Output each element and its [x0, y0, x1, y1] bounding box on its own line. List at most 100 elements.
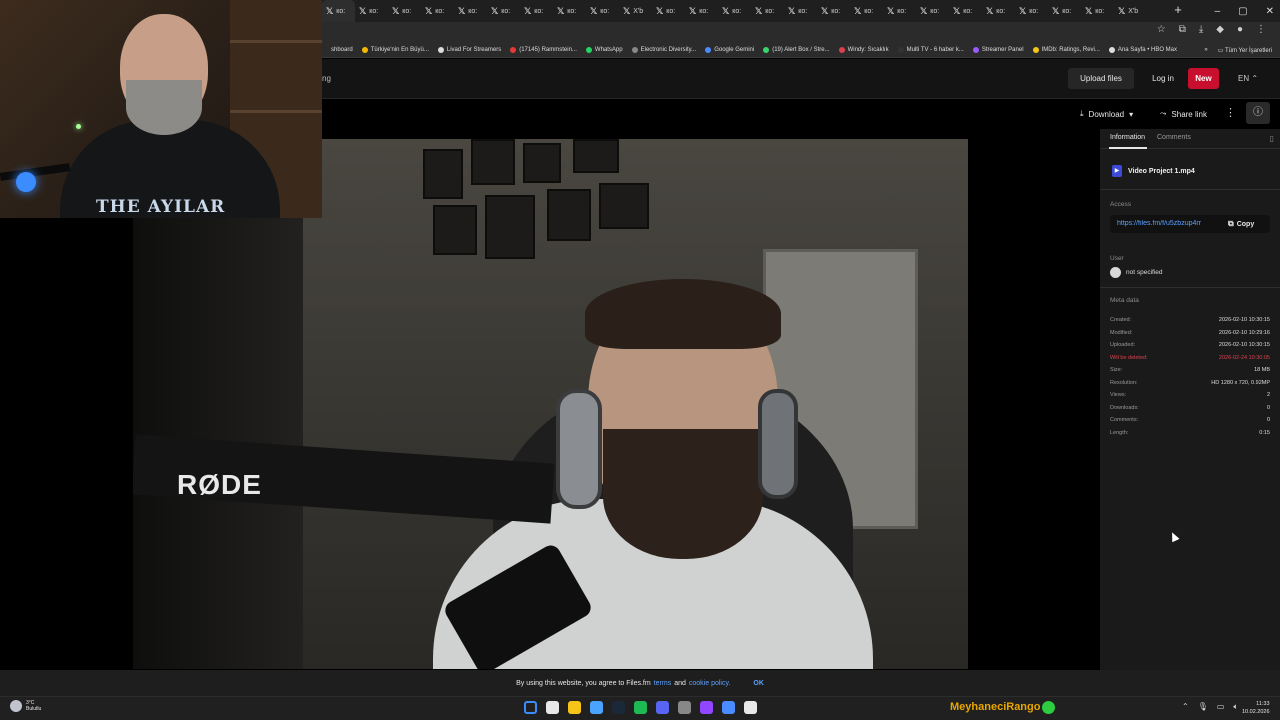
browser-tab[interactable]: 𝕏ко: — [553, 0, 586, 22]
browser-tab[interactable]: 𝕏ко: — [751, 0, 784, 22]
system-clock[interactable]: 11:33 10.02.2026 — [1242, 700, 1270, 716]
more-options-button[interactable]: ⋮ — [1225, 106, 1236, 119]
taskbar-app-icon[interactable] — [656, 701, 669, 714]
new-tab-button[interactable]: + — [1170, 2, 1186, 18]
browser-tab[interactable]: 𝕏ко: — [586, 0, 619, 22]
copy-link-button[interactable]: ⧉ Copy — [1228, 219, 1254, 229]
taskbar-app-icon[interactable] — [744, 701, 757, 714]
meta-value: 0 — [1266, 404, 1270, 411]
downloads-icon[interactable]: ⤓ — [1199, 24, 1203, 35]
extension-icon[interactable]: ◆ — [1216, 24, 1224, 35]
browser-tab[interactable]: 𝕏ко: — [949, 0, 982, 22]
browser-tab[interactable]: 𝕏ко: — [652, 0, 685, 22]
bookmark-item[interactable]: Multi TV - 6 haber k... — [897, 47, 964, 53]
cookie-and: and — [674, 679, 686, 687]
cookie-ok-button[interactable]: OK — [753, 680, 764, 687]
bookmark-item[interactable]: Türkiye'nin En Büyü... — [361, 47, 429, 53]
browser-tab[interactable]: 𝕏ко: — [817, 0, 850, 22]
browser-tab[interactable]: 𝕏ко: — [916, 0, 949, 22]
browser-tab[interactable]: 𝕏ко: — [487, 0, 520, 22]
bookmark-item[interactable]: IMDb: Ratings, Revi... — [1032, 47, 1100, 53]
browser-tab[interactable]: 𝕏ко: — [1081, 0, 1114, 22]
volume-icon[interactable]: 🔈︎ — [1233, 702, 1238, 712]
microphone-icon[interactable]: 🎙︎ — [1198, 702, 1208, 712]
bookmark-item[interactable]: WhatsApp — [585, 47, 623, 53]
browser-tab[interactable]: 𝕏ко: — [718, 0, 751, 22]
login-button[interactable]: Log in — [1144, 68, 1182, 89]
cookie-policy-link[interactable]: cookie policy. — [689, 680, 731, 687]
taskbar-app-icon[interactable] — [524, 701, 537, 714]
bookmark-item[interactable]: Electronic Diversity... — [631, 47, 696, 53]
bookmark-item[interactable]: Livad For Streamers — [437, 47, 501, 53]
browser-tab[interactable]: 𝕏ко: — [1015, 0, 1048, 22]
bookmark-item[interactable]: Ana Sayfa • HBO Max — [1108, 47, 1177, 53]
collapse-panel-icon[interactable]: ▯ — [1270, 134, 1274, 143]
taskbar-app-icon[interactable] — [700, 701, 713, 714]
access-link[interactable]: https://files.fm/f/u5zbzup4rr — [1117, 220, 1220, 227]
tab-title: ко: — [567, 7, 577, 15]
minimize-button[interactable]: – — [1215, 6, 1221, 17]
video-player[interactable]: RØDE — [133, 139, 968, 669]
taskbar-app-icon[interactable] — [634, 701, 647, 714]
bookmark-favicon-icon — [897, 47, 904, 53]
all-bookmarks-folder[interactable]: ▭ Tüm Yer İşaretleri — [1218, 47, 1272, 54]
browser-tab[interactable]: 𝕏ко: — [454, 0, 487, 22]
browser-tab[interactable]: 𝕏 X'b — [619, 0, 652, 22]
taskbar-app-icon[interactable] — [568, 701, 581, 714]
browser-tab[interactable]: 𝕏ко: — [883, 0, 916, 22]
browser-tab[interactable]: 𝕏ко: — [388, 0, 421, 22]
new-button[interactable]: New — [1188, 68, 1219, 89]
browser-tab[interactable]: 𝕏ко: — [685, 0, 718, 22]
bookmark-item[interactable]: Streamer Panel — [972, 47, 1024, 53]
browser-tab[interactable]: 𝕏ко: — [355, 0, 388, 22]
bookmark-item[interactable]: Windy: Sıcaklık — [838, 47, 889, 53]
x-logo-icon: 𝕏 — [920, 5, 928, 16]
info-toggle-button[interactable]: ⓘ — [1246, 102, 1270, 124]
browser-tab[interactable]: 𝕏ко: — [850, 0, 883, 22]
menu-icon[interactable]: ⋮ — [1256, 24, 1266, 35]
upload-files-button[interactable]: Upload files — [1068, 68, 1134, 89]
bookmark-star-icon[interactable]: ☆ — [1157, 24, 1166, 35]
taskbar-app-icon[interactable] — [590, 701, 603, 714]
browser-tab[interactable]: 𝕏ко: — [520, 0, 553, 22]
download-button[interactable]: ⤓ Download ▾ — [1080, 106, 1133, 122]
bookmarks-more-button[interactable]: » — [1204, 47, 1207, 53]
browser-tab[interactable]: 𝕏ко: — [1048, 0, 1081, 22]
meta-key: Modified: — [1110, 329, 1133, 336]
panel-tabs: Information Comments ▯ — [1100, 129, 1280, 149]
bookmark-item[interactable]: shboard — [322, 47, 353, 53]
maximize-button[interactable]: ▢ — [1238, 6, 1247, 17]
tab-title: ко: — [765, 7, 775, 15]
tray-chevron-icon[interactable]: ⌃ — [1182, 702, 1189, 712]
tab-information[interactable]: Information — [1110, 134, 1145, 141]
streamer-name: MeyhaneciRango — [950, 701, 1041, 713]
weather-widget[interactable]: 3°C Bulutlu — [10, 700, 41, 712]
taskbar-app-icon[interactable] — [546, 701, 559, 714]
language-selector[interactable]: EN ⌃ — [1238, 68, 1268, 89]
bookmark-item[interactable]: (19) Alert Box / Stre... — [763, 47, 830, 53]
meta-value: HD 1280 x 720, 0.92MP — [1211, 379, 1270, 386]
taskbar-app-icon[interactable] — [678, 701, 691, 714]
bookmark-item[interactable]: (17145) Rammstein... — [510, 47, 577, 53]
tab-title: X'b — [1128, 7, 1139, 15]
bookmark-item[interactable]: Google Gemini — [705, 47, 754, 53]
meta-row: Created: 2026-02-10 10:30:15 — [1110, 317, 1270, 330]
browser-tab[interactable]: 𝕏ко: — [784, 0, 817, 22]
browser-tab[interactable]: 𝕏 X'b — [1114, 0, 1147, 22]
bookmark-favicon-icon — [437, 47, 444, 53]
extensions-icon[interactable]: ⧉ — [1179, 24, 1186, 35]
share-link-button[interactable]: ⤳ Share link — [1160, 106, 1207, 122]
bookmark-label: Multi TV - 6 haber k... — [906, 47, 964, 53]
profile-icon[interactable]: ● — [1237, 24, 1243, 35]
close-window-button[interactable]: ✕ — [1266, 6, 1274, 17]
taskbar-app-icon[interactable] — [722, 701, 735, 714]
terms-link[interactable]: terms — [654, 680, 672, 687]
browser-tab[interactable]: 𝕏ко: — [982, 0, 1015, 22]
browser-tab[interactable]: 𝕏ко: — [421, 0, 454, 22]
meta-key: Length: — [1110, 429, 1129, 436]
bookmark-label: WhatsApp — [594, 47, 623, 53]
taskbar-app-icon[interactable] — [612, 701, 625, 714]
browser-tab[interactable]: 𝕏ко: — [322, 0, 355, 22]
display-icon[interactable]: ▭ — [1217, 702, 1225, 712]
tab-comments[interactable]: Comments — [1157, 134, 1191, 141]
